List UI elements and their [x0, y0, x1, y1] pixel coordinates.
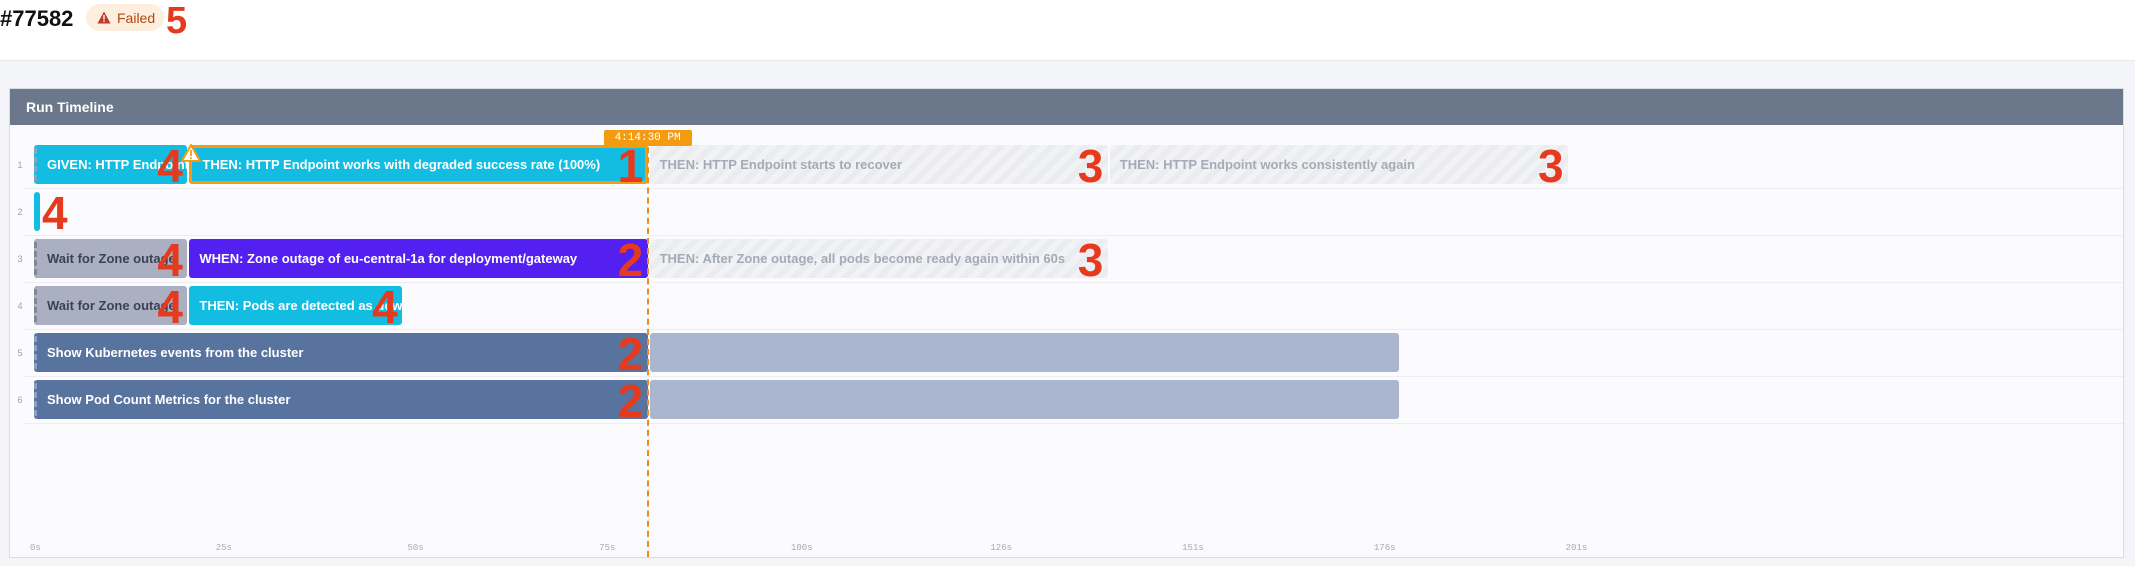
timeline-step-bar[interactable]: THEN: HTTP Endpoint starts to recover: [649, 145, 1108, 184]
axis-tick-label: 176s: [1373, 543, 1396, 553]
timeline-step-bar[interactable]: THEN: HTTP Endpoint works consistently a…: [1109, 145, 1568, 184]
panel-title: Run Timeline: [26, 99, 114, 115]
axis-tick-label: 201s: [1565, 543, 1588, 553]
step-marker: 4: [42, 187, 68, 239]
timeline-step-bar[interactable]: WHEN: Zone outage of eu-central-1a for d…: [189, 239, 648, 278]
run-timeline-panel: Run Timeline 1GIVEN: HTTP Endpoint works…: [9, 88, 2124, 558]
current-time-line: [646, 137, 649, 557]
row-number: 6: [17, 395, 23, 405]
step-label: Show Pod Count Metrics for the cluster: [47, 392, 291, 407]
axis-tick-label: 151s: [1182, 543, 1204, 553]
status-label: Failed: [117, 10, 156, 26]
step-label: THEN: HTTP Endpoint starts to recover: [659, 157, 903, 172]
warning-pin-icon: [181, 144, 202, 162]
step-label: THEN: HTTP Endpoint works with degraded …: [202, 157, 601, 172]
axis-tick-label: 126s: [990, 543, 1013, 553]
row-number: 4: [17, 301, 23, 311]
row-divider: [24, 235, 2123, 236]
timeline-step-bar[interactable]: [649, 333, 1400, 372]
step-marker: 1: [617, 140, 644, 192]
run-header: #77582 Failed 5: [0, 0, 2135, 61]
timeline-step-bar[interactable]: [34, 192, 40, 231]
row-divider: [24, 329, 2123, 330]
step-label: WHEN: Zone outage of eu-central-1a for d…: [199, 251, 578, 266]
step-marker: 2: [617, 328, 644, 380]
run-id: #77582: [0, 6, 74, 31]
timeline-step-bar[interactable]: THEN: After Zone outage, all pods become…: [649, 239, 1108, 278]
step-label: THEN: HTTP Endpoint works consistently a…: [1119, 157, 1415, 172]
axis-tick-label: 100s: [791, 543, 813, 553]
current-time-label: 4:14:30 PM: [603, 130, 692, 146]
warning-triangle-icon: [97, 11, 111, 24]
row-number: 1: [17, 160, 23, 170]
timeline: 1GIVEN: HTTP Endpoint works4THEN: HTTP E…: [10, 125, 2123, 559]
step-marker: 4: [157, 281, 183, 333]
axis-tick-label: 50s: [407, 543, 424, 553]
timeline-step-bar[interactable]: THEN: HTTP Endpoint works with degraded …: [189, 145, 648, 184]
step-marker: 3: [1077, 140, 1104, 192]
axis-tick-label: 25s: [215, 543, 232, 553]
step-marker: 3: [1538, 140, 1564, 192]
step-marker: 5: [166, 0, 188, 42]
row-divider: [24, 282, 2123, 283]
step-marker: 3: [1077, 234, 1104, 286]
row-number: 3: [17, 254, 23, 264]
row-number: 2: [17, 207, 23, 217]
step-marker: 4: [157, 140, 183, 192]
axis-tick-label: 0s: [30, 543, 41, 553]
step-label: THEN: After Zone outage, all pods become…: [659, 251, 1066, 266]
timeline-step-bar[interactable]: Show Pod Count Metrics for the cluster: [34, 380, 648, 419]
step-marker: 2: [617, 375, 644, 427]
status-badge: Failed: [86, 4, 164, 31]
step-marker: 4: [372, 281, 398, 333]
panel-header: Run Timeline: [10, 89, 2123, 125]
row-number: 5: [17, 348, 23, 358]
step-marker: 4: [157, 234, 183, 286]
row-divider: [24, 423, 2123, 424]
row-divider: [24, 376, 2123, 377]
timeline-step-bar[interactable]: Show Kubernetes events from the cluster: [34, 333, 648, 372]
axis-tick-label: 75s: [599, 543, 616, 553]
timeline-step-bar[interactable]: THEN: Pods are detected as down: [189, 286, 403, 325]
step-marker: 2: [617, 234, 644, 286]
step-label: Show Kubernetes events from the cluster: [47, 345, 304, 360]
row-divider: [24, 188, 2123, 189]
timeline-step-bar[interactable]: [649, 380, 1400, 419]
